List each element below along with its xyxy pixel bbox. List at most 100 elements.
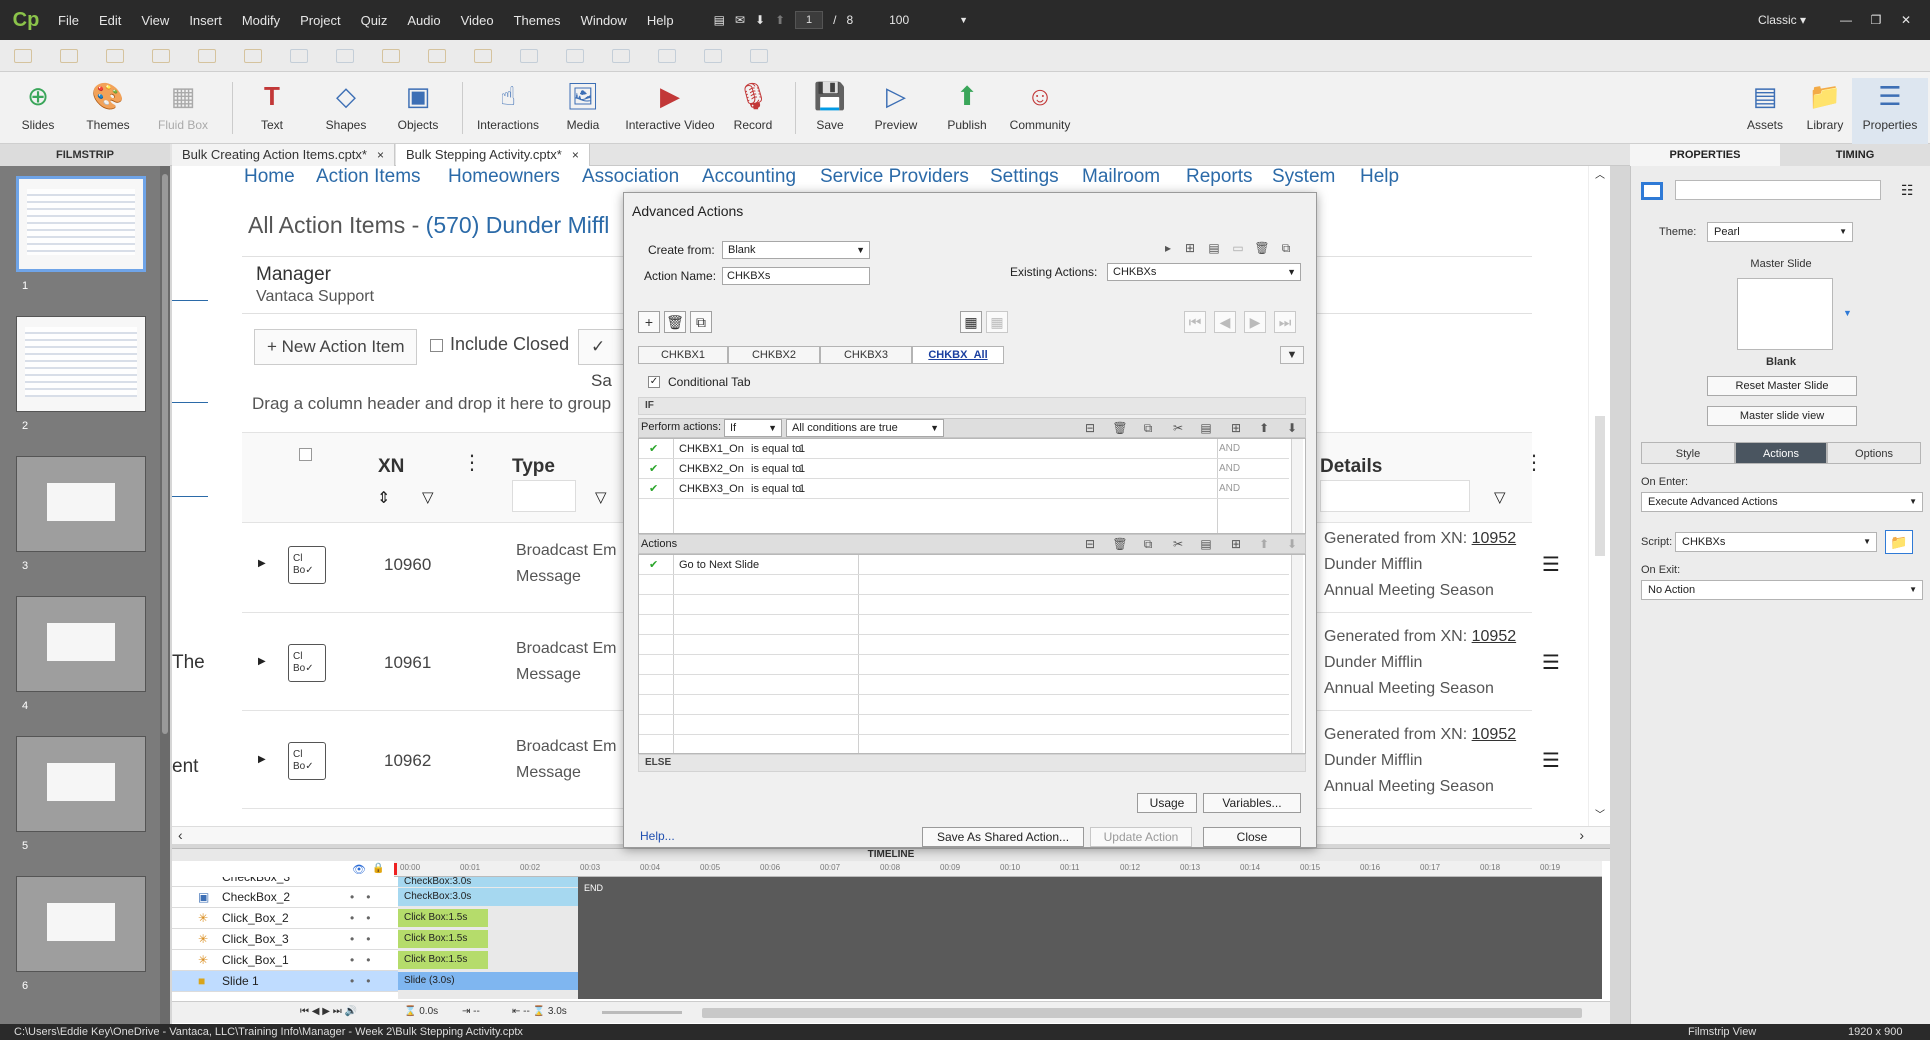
- menu-audio[interactable]: Audio: [397, 13, 450, 28]
- align-center-icon[interactable]: [60, 48, 78, 63]
- timeline-horizontal-scrollbar[interactable]: [702, 1008, 1582, 1018]
- media-button[interactable]: 🖼 Media: [545, 78, 621, 133]
- center-v-icon[interactable]: [566, 48, 584, 63]
- timing-tab[interactable]: TIMING: [1780, 144, 1930, 166]
- same-width-icon[interactable]: [382, 48, 400, 63]
- close-button[interactable]: Close: [1203, 827, 1301, 847]
- expand-row-icon[interactable]: ▶: [258, 656, 266, 667]
- align-left-icon[interactable]: [14, 48, 32, 63]
- send-back-icon[interactable]: [750, 48, 768, 63]
- nav-system[interactable]: System: [1272, 166, 1335, 188]
- filter-icon[interactable]: ▽: [422, 488, 434, 506]
- nav-settings[interactable]: Settings: [990, 166, 1059, 188]
- menu-insert[interactable]: Insert: [179, 13, 232, 28]
- tab-chkbx3[interactable]: CHKBX3: [820, 346, 912, 364]
- details-xn-link[interactable]: 10952: [1472, 726, 1517, 743]
- filmstrip-scrollbar[interactable]: [160, 166, 170, 1024]
- tab-actions[interactable]: Actions: [1735, 442, 1827, 464]
- center-h-icon[interactable]: [520, 48, 538, 63]
- details-filter-input[interactable]: [1320, 480, 1470, 512]
- nav-help[interactable]: Help: [1360, 166, 1399, 188]
- menu-file[interactable]: File: [48, 13, 89, 28]
- page-current-input[interactable]: 1: [795, 11, 824, 29]
- slide-thumbnail[interactable]: [16, 176, 146, 272]
- on-enter-select[interactable]: Execute Advanced Actions ▼: [1641, 492, 1923, 512]
- slide-thumbnail[interactable]: [16, 456, 146, 552]
- preview-button[interactable]: ▷ Preview: [858, 78, 934, 133]
- action-row[interactable]: ✔ Go to Next Slide: [639, 555, 1289, 575]
- existing-actions-select[interactable]: CHKBXs ▼: [1107, 263, 1301, 281]
- nav-action-items[interactable]: Action Items: [316, 166, 421, 188]
- properties-tab[interactable]: PROPERTIES: [1630, 144, 1780, 166]
- menu-video[interactable]: Video: [451, 13, 504, 28]
- nav-service-providers[interactable]: Service Providers: [820, 166, 969, 188]
- move-up-icon[interactable]: ⬆: [1256, 420, 1272, 436]
- menu-help[interactable]: Help: [637, 13, 684, 28]
- align-right-icon[interactable]: [106, 48, 124, 63]
- paste-icon[interactable]: ▤: [1198, 420, 1214, 436]
- nav-reports[interactable]: Reports: [1186, 166, 1253, 188]
- menu-themes[interactable]: Themes: [504, 13, 571, 28]
- insert-below-icon[interactable]: ⊞: [1228, 536, 1244, 552]
- insert-below-icon[interactable]: ⊞: [1228, 420, 1244, 436]
- nav-accounting[interactable]: Accounting: [702, 166, 796, 188]
- timeline-bar[interactable]: Click Box:1.5s: [398, 951, 488, 969]
- community-button[interactable]: ☺ Community: [1002, 78, 1078, 133]
- condition-row[interactable]: ✔ CHKBX2_On is equal to 1 AND: [639, 459, 1289, 479]
- timeline-bar[interactable]: Click Box:1.5s: [398, 930, 488, 948]
- paste-icon[interactable]: ▦: [960, 311, 982, 333]
- copy-icon[interactable]: ⧉: [690, 311, 712, 333]
- publish-button[interactable]: ⬆ Publish: [929, 78, 1005, 133]
- slide-thumbnail[interactable]: [16, 736, 146, 832]
- arrow-down-icon[interactable]: ⬇: [755, 13, 765, 27]
- zoom-value[interactable]: 100: [889, 13, 909, 27]
- stage-vertical-scrollbar[interactable]: ︿ ﹀: [1588, 166, 1610, 826]
- slides-button[interactable]: ⊕ Slides: [0, 78, 76, 133]
- nav-home[interactable]: Home: [244, 166, 295, 188]
- insert-row-icon[interactable]: ⊟: [1082, 420, 1098, 436]
- align-top-icon[interactable]: [152, 48, 170, 63]
- doc-tab-stepping[interactable]: Bulk Stepping Activity.cptx* ×: [396, 144, 590, 166]
- zoom-dropdown-icon[interactable]: ▼: [959, 15, 968, 25]
- preview-action-icon[interactable]: ▸: [1160, 240, 1176, 256]
- doc-tab-creating[interactable]: Bulk Creating Action Items.cptx* ×: [172, 144, 395, 166]
- menu-quiz[interactable]: Quiz: [351, 13, 398, 28]
- expand-row-icon[interactable]: ▶: [258, 558, 266, 569]
- expand-row-icon[interactable]: ▶: [258, 754, 266, 765]
- help-link[interactable]: Help...: [640, 829, 675, 843]
- save-shared-action-button[interactable]: Save As Shared Action...: [922, 827, 1084, 847]
- nav-homeowners[interactable]: Homeowners: [448, 166, 560, 188]
- timeline-bar[interactable]: CheckBox:3.0s: [398, 877, 578, 887]
- sort-icon[interactable]: ⇕: [377, 488, 390, 508]
- workspace-switcher[interactable]: Classic ▾: [1758, 13, 1806, 27]
- tab-chkbx2[interactable]: CHKBX2: [728, 346, 820, 364]
- cut-icon[interactable]: ✂: [1170, 420, 1186, 436]
- nav-mailroom[interactable]: Mailroom: [1082, 166, 1160, 188]
- condition-row[interactable]: ✔ CHKBX3_On is equal to 1 AND: [639, 479, 1289, 499]
- slide-name-input[interactable]: [1675, 180, 1881, 200]
- visibility-icon[interactable]: 👁: [352, 863, 366, 876]
- row-menu-icon[interactable]: ☰: [1542, 650, 1560, 675]
- import-action-icon[interactable]: ▤: [1206, 240, 1222, 256]
- add-action-icon[interactable]: ⊞: [1182, 240, 1198, 256]
- list-menu-icon[interactable]: ☷: [1901, 182, 1914, 199]
- row-menu-icon[interactable]: ☰: [1542, 552, 1560, 577]
- new-action-item-button[interactable]: + New Action Item: [254, 329, 418, 365]
- type-filter-input[interactable]: [512, 480, 576, 512]
- slide-thumbnail[interactable]: [16, 596, 146, 692]
- menu-modify[interactable]: Modify: [232, 13, 290, 28]
- close-tab-icon[interactable]: ×: [572, 148, 579, 162]
- cut-icon[interactable]: ✂: [1170, 536, 1186, 552]
- properties-button[interactable]: ☰ Properties: [1852, 78, 1928, 144]
- reset-master-slide-button[interactable]: Reset Master Slide: [1707, 376, 1857, 396]
- actions-scrollbar[interactable]: [1291, 555, 1303, 753]
- timeline-bar[interactable]: Click Box:1.5s: [398, 909, 488, 927]
- filter-icon[interactable]: ▽: [1494, 488, 1506, 506]
- filter-icon[interactable]: ▽: [595, 488, 607, 506]
- close-tab-icon[interactable]: ×: [377, 148, 384, 162]
- trash-icon[interactable]: 🗑: [1112, 536, 1128, 552]
- folder-icon[interactable]: 📁: [1885, 530, 1913, 554]
- save-button[interactable]: 💾 Save: [792, 78, 868, 133]
- minimize-icon[interactable]: —: [1836, 13, 1856, 27]
- trash-icon[interactable]: 🗑: [1112, 420, 1128, 436]
